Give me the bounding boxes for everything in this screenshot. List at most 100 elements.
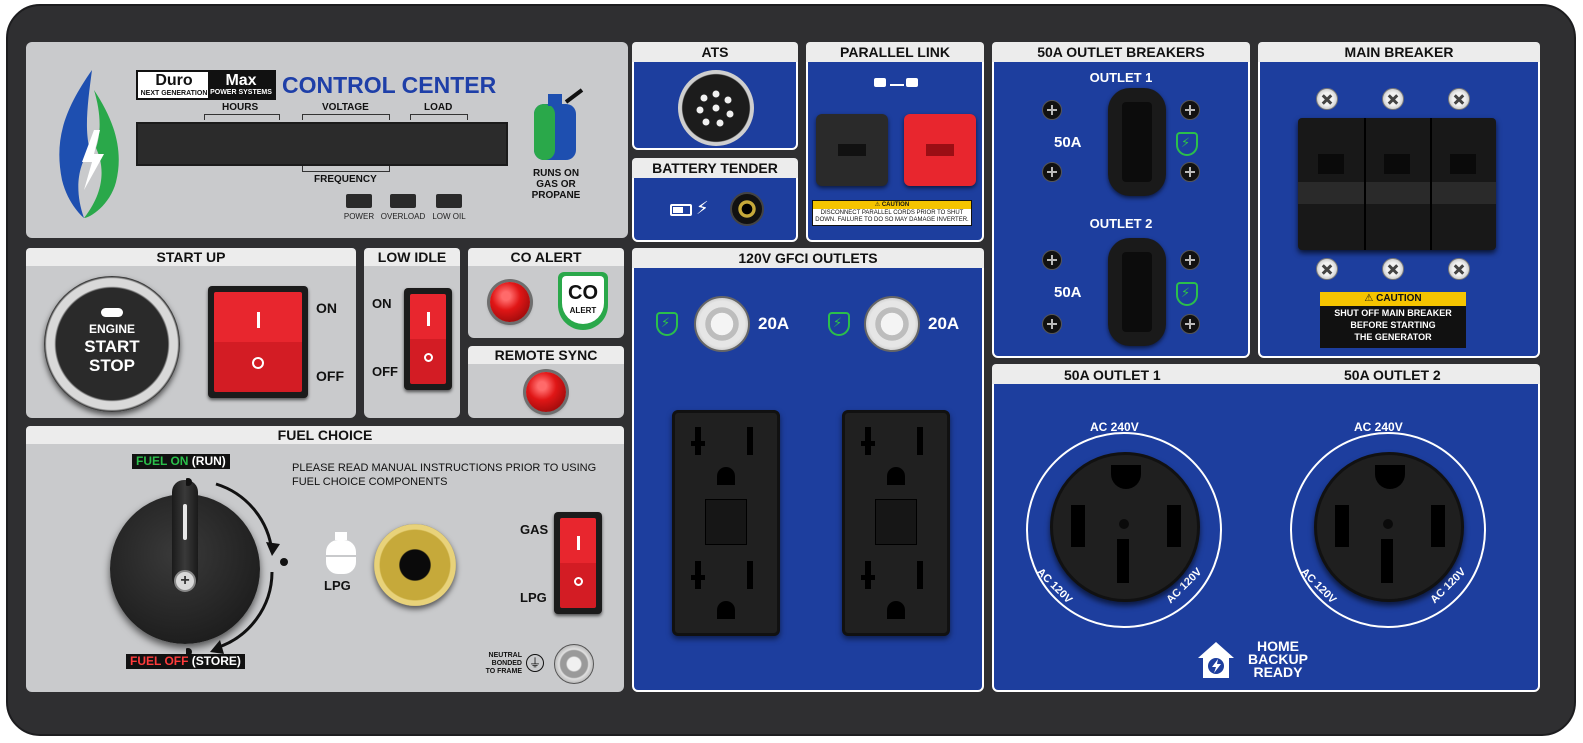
battery-icon	[670, 204, 692, 216]
main-caution-line3: THE GENERATOR	[1354, 332, 1432, 342]
main-breaker-header: MAIN BREAKER	[1258, 42, 1540, 62]
nema-outlet-2[interactable]	[1314, 452, 1464, 602]
fifty-amp-outlet1-title: 50A OUTLET 1	[1064, 367, 1161, 383]
hours-label: HOURS	[222, 102, 259, 113]
fuel-choice-panel: FUEL CHOICE FUEL ON (RUN) + FUEL OFF (ST…	[26, 426, 624, 692]
co-alert-header: CO ALERT	[468, 248, 624, 266]
breaker2-bolt-br	[1180, 314, 1200, 334]
low-oil-indicator	[436, 194, 462, 208]
startup-off-label: OFF	[316, 368, 344, 384]
gfci-outlet-right[interactable]	[842, 410, 950, 636]
breaker-outlet1-label: OUTLET 1	[1089, 70, 1153, 85]
gfci-outlet-left[interactable]	[672, 410, 780, 636]
main-caution-line1: SHUT OFF MAIN BREAKER	[1334, 308, 1452, 318]
voltage-label: VOLTAGE	[322, 102, 369, 113]
engine-button-indicator	[101, 308, 123, 317]
main-power-rocker-switch[interactable]	[208, 286, 308, 398]
fuel-store-label: (STORE)	[191, 654, 241, 668]
voltage-bracket	[302, 114, 390, 120]
ground-terminal[interactable]	[554, 644, 594, 684]
logo-max-text: Max	[208, 72, 274, 89]
gas-label: GAS	[520, 522, 549, 537]
ats-pins	[696, 90, 734, 127]
lpg-tank-icon	[326, 532, 356, 574]
gfci-right-protection-icon	[828, 312, 850, 336]
breaker2-bolt-tr	[1180, 250, 1200, 270]
battery-tender-panel: BATTERY TENDER ⚡	[632, 158, 798, 242]
main-breaker-caution-label: ⚠ CAUTION SHUT OFF MAIN BREAKER BEFORE S…	[1320, 292, 1466, 348]
low-idle-rocker-switch[interactable]	[404, 288, 452, 390]
fuel-can-icon	[534, 88, 584, 160]
gas-lpg-rocker-face	[560, 518, 596, 608]
outlet-breakers-header: 50A OUTLET BREAKERS	[992, 42, 1250, 62]
runs-on-label: RUNS ON	[532, 168, 580, 179]
home-backup-icon	[1198, 642, 1234, 678]
main-caution-line2: BEFORE STARTING	[1350, 320, 1436, 330]
gfci-header: 120V GFCI OUTLETS	[632, 248, 984, 268]
breaker-outlet1-switch[interactable]	[1108, 88, 1166, 196]
fuel-choice-notice-line2: FUEL CHOICE COMPONENTS	[292, 476, 448, 488]
duromax-logo: Duro Max NEXT GENERATION POWER SYSTEMS	[136, 70, 276, 100]
parallel-port-red[interactable]	[904, 114, 976, 186]
ats-header: ATS	[632, 42, 798, 62]
alert-badge-text: ALERT	[569, 306, 597, 315]
generator-control-panel: Duro Max NEXT GENERATION POWER SYSTEMS C…	[6, 4, 1576, 736]
flame-logo-icon	[59, 70, 119, 218]
parallel-caution-line1: DISCONNECT PARALLEL CORDS PRIOR TO SHUT	[820, 210, 964, 216]
main-breaker-switch[interactable]	[1298, 118, 1496, 250]
breaker1-bolt-bl	[1042, 162, 1062, 182]
propane-label: PROPANE	[531, 190, 581, 201]
load-bracket	[410, 114, 468, 120]
battery-tender-jack[interactable]	[730, 192, 764, 226]
gfci-outlets-panel: 120V GFCI OUTLETS 20A 20A	[632, 248, 984, 692]
parallel-link-panel: PARALLEL LINK ⚠ CAUTION DISCONNECT PARAL…	[806, 42, 984, 242]
engine-start-stop-button[interactable]: ENGINE START STOP	[44, 276, 180, 412]
breaker2-protection-icon	[1176, 282, 1198, 306]
control-center-panel: Duro Max NEXT GENERATION POWER SYSTEMS C…	[26, 42, 628, 238]
main-breaker-screw-4	[1316, 258, 1338, 280]
main-power-rocker-face	[214, 292, 302, 392]
main-breaker-screw-2	[1382, 88, 1404, 110]
main-breaker-screw-5	[1382, 258, 1404, 280]
fifty-amp-outlets-panel: 50A OUTLET 1 50A OUTLET 2 AC 240V AC 120…	[992, 364, 1540, 692]
ats-connector[interactable]	[678, 70, 754, 146]
main-breaker-screw-1	[1316, 88, 1338, 110]
gfci-left-test-reset[interactable]	[705, 499, 747, 545]
engine-label: ENGINE	[88, 322, 135, 336]
neutral-label-line1: NEUTRAL	[488, 652, 522, 659]
gfci-right-breaker-button[interactable]	[864, 296, 920, 352]
fuel-choice-header: FUEL CHOICE	[26, 426, 624, 444]
logo-duro-text: Duro	[140, 72, 208, 89]
power-indicator-label: POWER	[343, 212, 375, 221]
co-badge-text: CO	[568, 282, 598, 304]
gfci-left-breaker-button[interactable]	[694, 296, 750, 352]
outlet2-ac240-label: AC 240V	[1354, 420, 1403, 434]
fuel-run-label: (RUN)	[191, 454, 226, 468]
parallel-port-black[interactable]	[816, 114, 888, 186]
gfci-left-amp-label: 20A	[758, 314, 790, 333]
main-breaker-screw-6	[1448, 258, 1470, 280]
ready-label: READY	[1253, 664, 1303, 680]
gas-lpg-rocker-switch[interactable]	[554, 512, 602, 614]
logo-sub-left: NEXT GENERATION	[140, 90, 208, 97]
nema-outlet-1[interactable]	[1050, 452, 1200, 602]
gfci-right-test-reset[interactable]	[875, 499, 917, 545]
breaker-outlet2-switch[interactable]	[1108, 238, 1166, 346]
gfci-right-amp-label: 20A	[928, 314, 960, 333]
frequency-label: FREQUENCY	[314, 174, 377, 185]
ats-panel: ATS	[632, 42, 798, 150]
frequency-bracket	[302, 166, 390, 172]
parallel-caution-line2: DOWN. FAILURE TO DO SO MAY DAMAGE INVERT…	[815, 217, 969, 223]
main-caution-strip: ⚠ CAUTION	[1320, 292, 1466, 306]
startup-on-label: ON	[316, 300, 337, 316]
main-breaker-screw-3	[1448, 88, 1470, 110]
lpg-inlet-port[interactable]	[374, 524, 456, 606]
low-idle-on-label: ON	[372, 296, 392, 311]
parallel-link-icon	[874, 76, 920, 90]
co-alert-badge-icon: CO ALERT	[558, 272, 608, 330]
co-alert-panel: CO ALERT CO ALERT	[468, 248, 624, 338]
gfci-left-protection-icon	[656, 312, 678, 336]
overload-indicator	[390, 194, 416, 208]
parallel-caution-label: ⚠ CAUTION DISCONNECT PARALLEL CORDS PRIO…	[812, 200, 972, 226]
main-breaker-panel: MAIN BREAKER ⚠ CAUTION SHUT OFF MAIN BRE…	[1258, 42, 1540, 358]
